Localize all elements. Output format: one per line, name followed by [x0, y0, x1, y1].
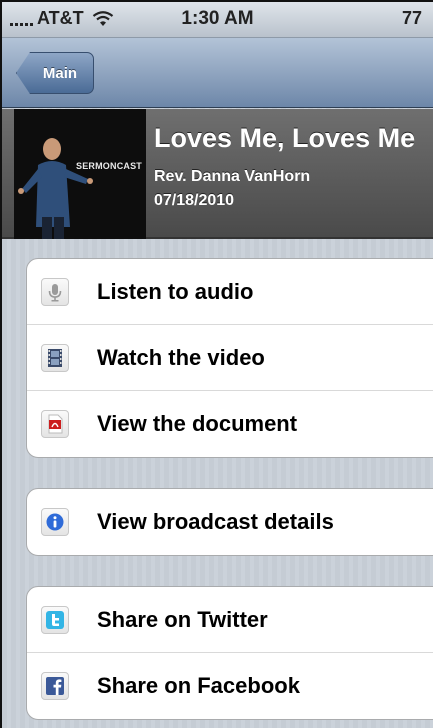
app-frame: AT&T 1:30 AM 77 Main SERMONCAST Loves Me…: [0, 0, 433, 728]
sermon-speaker: Rev. Danna VanHorn: [154, 168, 311, 185]
watch-video-row[interactable]: Watch the video: [27, 325, 433, 391]
share-facebook-row[interactable]: Share on Facebook: [27, 653, 433, 719]
film-icon: [41, 344, 69, 372]
info-group: View broadcast details: [26, 488, 433, 556]
sermon-thumbnail: SERMONCAST: [14, 109, 146, 239]
navigation-bar: Main: [2, 38, 433, 108]
back-button[interactable]: Main: [16, 52, 94, 94]
status-bar: AT&T 1:30 AM 77: [2, 2, 433, 38]
broadcast-details-label: View broadcast details: [97, 509, 334, 534]
info-icon: [41, 508, 69, 536]
listen-audio-label: Listen to audio: [97, 278, 254, 304]
listen-audio-row[interactable]: Listen to audio: [27, 259, 433, 325]
twitter-icon: [41, 606, 69, 634]
share-twitter-row[interactable]: Share on Twitter: [27, 587, 433, 653]
sermon-date: 07/18/2010: [154, 192, 235, 209]
preacher-image: [14, 109, 146, 239]
watch-video-label: Watch the video: [97, 344, 265, 370]
status-time: 1:30 AM: [181, 8, 254, 29]
broadcast-details-row[interactable]: View broadcast details: [27, 489, 433, 555]
media-options-group: Listen to audio Watch the video View the…: [26, 258, 433, 458]
sermon-header: SERMONCAST Loves Me, Loves Me Rev. Danna…: [2, 109, 433, 239]
sermon-title: Loves Me, Loves Me: [154, 123, 416, 153]
thumbnail-label: SERMONCAST: [76, 161, 143, 171]
share-group: Share on Twitter Share on Facebook: [26, 586, 433, 720]
microphone-icon: [41, 278, 69, 306]
share-twitter-label: Share on Twitter: [97, 606, 268, 632]
share-facebook-label: Share on Facebook: [97, 673, 300, 698]
pdf-icon: [41, 410, 69, 438]
battery-percentage: 77: [402, 8, 423, 28]
view-document-label: View the document: [97, 411, 298, 436]
view-document-row[interactable]: View the document: [27, 391, 433, 457]
facebook-icon: [41, 672, 69, 700]
